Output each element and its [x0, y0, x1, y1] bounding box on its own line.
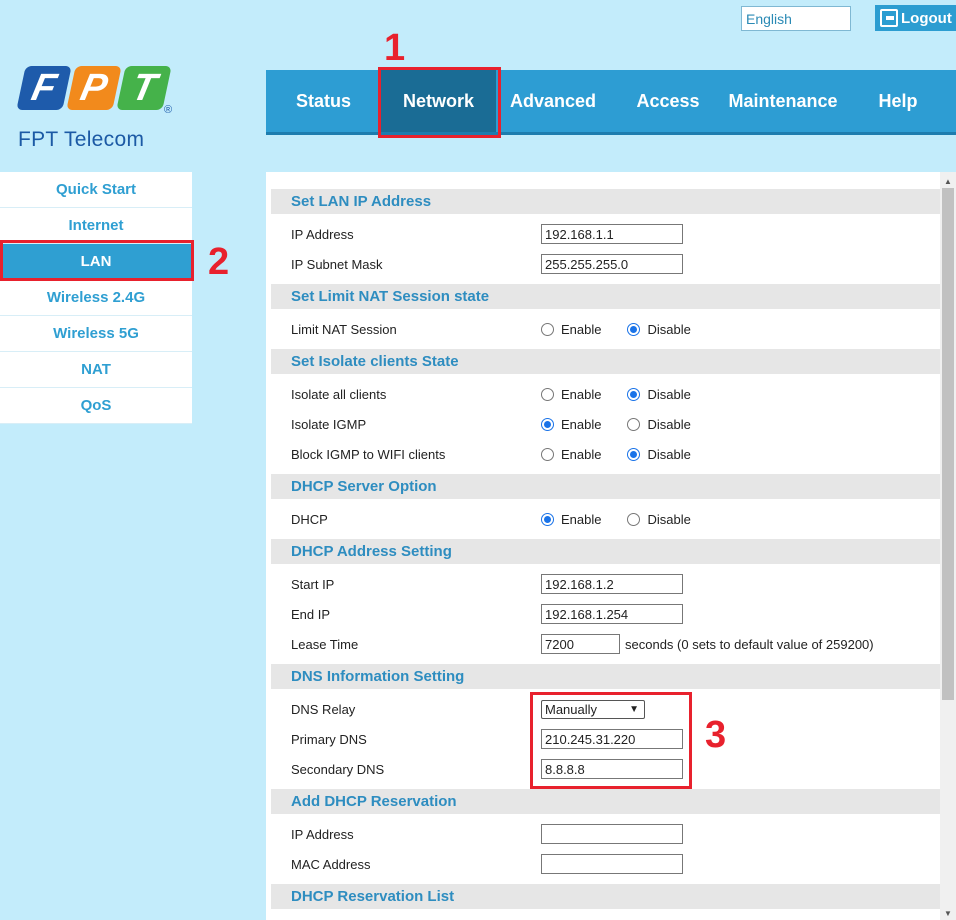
section-dhcp-reservation: Add DHCP Reservation	[271, 789, 940, 814]
language-select[interactable]: English	[741, 6, 851, 31]
end-ip-label: End IP	[291, 606, 331, 622]
dhcp-enable-label: Enable	[561, 511, 602, 527]
block-igmp-disable-radio[interactable]	[627, 447, 641, 461]
lease-time-note: seconds (0 sets to default value of 2592…	[625, 636, 874, 652]
logo-letter-f: F	[16, 66, 72, 110]
scroll-down-icon[interactable]: ▼	[944, 909, 952, 918]
sidebar: Quick Start Internet LAN Wireless 2.4G W…	[0, 172, 192, 424]
sidebar-item-wireless-5g[interactable]: Wireless 5G	[0, 316, 192, 352]
highlight-lan	[0, 240, 194, 281]
brand-name: FPT Telecom	[18, 128, 145, 151]
annotation-1: 1	[384, 27, 406, 69]
subnet-mask-label: IP Subnet Mask	[291, 256, 383, 272]
dhcp-enable-radio[interactable]	[541, 512, 554, 526]
limit-nat-enable-label: Enable	[561, 321, 602, 337]
block-igmp-label: Block IGMP to WIFI clients	[291, 446, 446, 462]
lan-settings-panel: Set LAN IP Address IP Address IP Subnet …	[266, 172, 956, 920]
section-dhcp-server: DHCP Server Option	[271, 474, 940, 499]
nav-help[interactable]: Help	[858, 70, 938, 132]
limit-nat-disable-radio[interactable]	[627, 322, 641, 336]
limit-nat-label: Limit NAT Session	[291, 321, 397, 337]
section-lan-ip: Set LAN IP Address	[271, 189, 940, 214]
isolate-all-enable-radio[interactable]	[541, 387, 554, 401]
logout-icon	[880, 9, 898, 27]
nav-maintenance[interactable]: Maintenance	[718, 70, 848, 132]
reservation-ip-input[interactable]	[541, 824, 683, 844]
section-dns: DNS Information Setting	[271, 664, 940, 689]
isolate-all-disable-radio[interactable]	[627, 387, 641, 401]
limit-nat-enable-radio[interactable]	[541, 322, 554, 336]
highlight-network	[378, 67, 501, 138]
section-dhcp-address: DHCP Address Setting	[271, 539, 940, 564]
dhcp-disable-label: Disable	[647, 511, 691, 527]
sidebar-item-qos[interactable]: QoS	[0, 388, 192, 424]
isolate-igmp-enable-radio[interactable]	[541, 417, 554, 431]
scrollbar-thumb[interactable]	[942, 188, 954, 700]
highlight-dns	[530, 692, 692, 789]
isolate-all-enable-label: Enable	[561, 386, 602, 402]
fpt-logo: F P T ® FPT Telecom	[16, 66, 178, 156]
block-igmp-enable-label: Enable	[561, 446, 602, 462]
section-isolate: Set Isolate clients State	[271, 349, 940, 374]
dns-relay-label: DNS Relay	[291, 701, 356, 717]
isolate-igmp-disable-label: Disable	[647, 416, 691, 432]
limit-nat-disable-label: Disable	[647, 321, 691, 337]
lease-time-label: Lease Time	[291, 636, 359, 652]
scroll-up-icon[interactable]: ▲	[944, 177, 952, 186]
sidebar-item-quick-start[interactable]: Quick Start	[0, 172, 192, 208]
block-igmp-enable-radio[interactable]	[541, 447, 554, 461]
isolate-igmp-enable-label: Enable	[561, 416, 602, 432]
subnet-mask-input[interactable]	[541, 254, 683, 274]
end-ip-input[interactable]	[541, 604, 683, 624]
logo-letter-p: P	[66, 66, 122, 110]
isolate-igmp-label: Isolate IGMP	[291, 416, 367, 432]
reservation-mac-input[interactable]	[541, 854, 683, 874]
scrollbar[interactable]: ▲ ▼	[940, 172, 956, 920]
annotation-3: 3	[705, 714, 727, 756]
section-nat-session: Set Limit NAT Session state	[271, 284, 940, 309]
isolate-all-label: Isolate all clients	[291, 386, 387, 402]
ip-address-input[interactable]	[541, 224, 683, 244]
sidebar-item-nat[interactable]: NAT	[0, 352, 192, 388]
reservation-ip-label: IP Address	[291, 826, 354, 842]
section-reservation-list: DHCP Reservation List	[271, 884, 940, 909]
primary-dns-label: Primary DNS	[291, 731, 367, 747]
sidebar-item-internet[interactable]: Internet	[0, 208, 192, 244]
sidebar-item-wireless-24g[interactable]: Wireless 2.4G	[0, 280, 192, 316]
isolate-igmp-disable-radio[interactable]	[627, 417, 641, 431]
logout-label: Logout	[901, 9, 952, 27]
lease-time-input[interactable]	[541, 634, 620, 654]
ip-address-label: IP Address	[291, 226, 354, 242]
annotation-2: 2	[208, 241, 230, 283]
secondary-dns-label: Secondary DNS	[291, 761, 385, 777]
main-nav: Status Network Advanced Access Maintenan…	[266, 70, 956, 135]
isolate-all-disable-label: Disable	[647, 386, 691, 402]
registered-mark: ®	[164, 104, 173, 116]
nav-advanced[interactable]: Advanced	[500, 70, 606, 132]
nav-access[interactable]: Access	[624, 70, 712, 132]
dhcp-label: DHCP	[291, 511, 328, 527]
start-ip-input[interactable]	[541, 574, 683, 594]
reservation-mac-label: MAC Address	[291, 856, 371, 872]
nav-status[interactable]: Status	[270, 70, 377, 132]
block-igmp-disable-label: Disable	[647, 446, 691, 462]
dhcp-disable-radio[interactable]	[627, 512, 641, 526]
start-ip-label: Start IP	[291, 576, 335, 592]
logout-button[interactable]: Logout	[875, 5, 956, 31]
